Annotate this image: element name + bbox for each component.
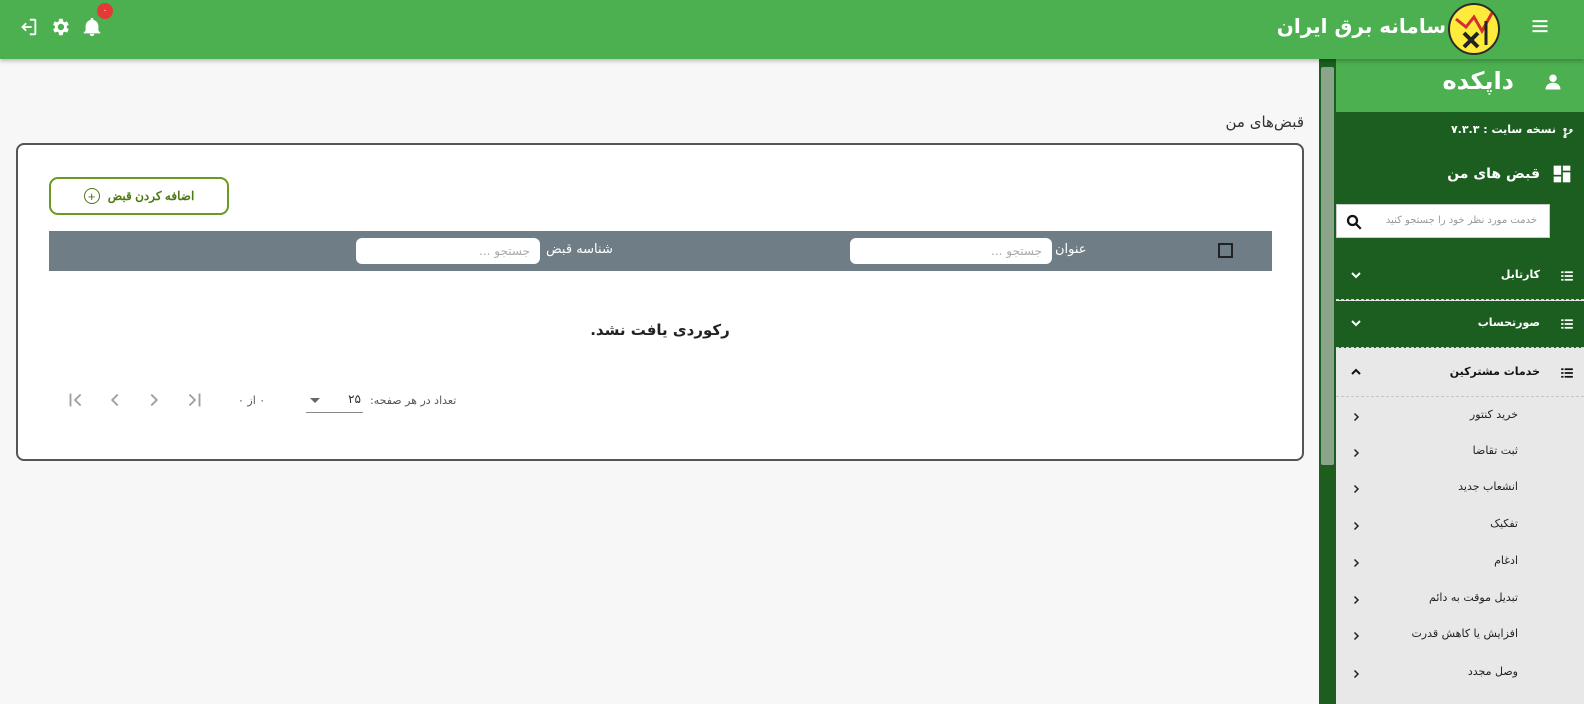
sidebar-subitem-label: ادغام [1494, 554, 1518, 567]
chevron-right-icon [1350, 408, 1362, 422]
user-name: داپکده [1442, 67, 1514, 95]
next-page-icon[interactable] [104, 389, 126, 411]
list-icon [1560, 365, 1574, 379]
list-icon [1560, 316, 1574, 330]
per-page-label: تعداد در هر صفحه: [370, 394, 457, 407]
chevron-right-icon [1350, 480, 1362, 494]
sidebar-item-label: قبض های من [1447, 166, 1540, 182]
sidebar: داپکده نسخه سایت : ۷.۳.۳ قبض های من خدمت… [1336, 59, 1584, 704]
notification-badge: ۰ [97, 3, 113, 19]
brand-title: سامانه برق ایران [1276, 14, 1446, 38]
search-icon[interactable] [1345, 213, 1363, 231]
gear-icon[interactable] [49, 16, 71, 38]
chevron-right-icon [1350, 627, 1362, 641]
empty-message: رکوردی یافت نشد. [590, 321, 730, 339]
sidebar-subitem-label: تبدیل موقت به دائم [1429, 591, 1518, 604]
table-header: عنوان شناسه قبض [49, 231, 1272, 271]
bell-icon[interactable] [81, 16, 103, 38]
site-version: نسخه سایت : ۷.۳.۳ [1336, 112, 1584, 150]
sidebar-subitem[interactable]: تفکیک [1336, 507, 1584, 543]
sidebar-subitem[interactable]: خرید کنتور [1336, 398, 1584, 434]
previous-page-icon[interactable] [143, 389, 165, 411]
sidebar-subitem-label: افزایش یا کاهش قدرت [1411, 627, 1518, 640]
chevron-right-icon [1350, 591, 1362, 605]
sidebar-item-my-bills[interactable]: قبض های من [1336, 150, 1584, 207]
menu-icon[interactable] [1530, 16, 1550, 36]
sidebar-subitem[interactable]: تبدیل موقت به دائم [1336, 581, 1584, 617]
title-search-input[interactable] [850, 238, 1052, 264]
page-range: ۰ از ۰ [238, 394, 266, 407]
sidebar-subitem[interactable]: وصل مجدد [1336, 655, 1584, 691]
chevron-down-icon[interactable] [1348, 267, 1364, 283]
sidebar-subitem-label: خرید کنتور [1469, 408, 1518, 421]
sidebar-subitem-label: انشعاب جدید [1458, 480, 1518, 493]
top-bar: ۰ سامانه برق ایران [0, 0, 1584, 59]
first-page-icon[interactable] [183, 389, 205, 411]
sidebar-search-area: خدمت مورد نظر خود را جستجو کنید [1336, 203, 1584, 253]
user-icon [1544, 73, 1562, 91]
chevron-right-icon [1350, 444, 1362, 458]
dashboard-icon [1552, 164, 1572, 184]
chevron-down-icon[interactable] [1348, 315, 1364, 331]
column-bill-id-label: شناسه قبض [546, 242, 613, 257]
sidebar-subitem[interactable]: انشعاب جدید [1336, 470, 1584, 506]
brand-logo [1448, 3, 1500, 55]
chevron-right-icon [1350, 665, 1362, 679]
add-bill-label: اضافه کردن قبض [107, 189, 195, 203]
sidebar-subitem-label: ثبت تقاضا [1472, 444, 1518, 457]
sidebar-item-label: خدمات مشترکین [1449, 365, 1540, 378]
sidebar-subitem[interactable]: ثبت تقاضا [1336, 434, 1584, 470]
sidebar-user: داپکده [1336, 59, 1584, 112]
bills-card: اضافه کردن قبض + عنوان شناسه قبض رکوردی … [16, 143, 1304, 461]
sidebar-scrollbar[interactable] [1319, 59, 1336, 704]
logout-icon[interactable] [17, 16, 39, 38]
site-version-text: نسخه سایت : ۷.۳.۳ [1450, 123, 1556, 136]
service-search-input[interactable]: خدمت مورد نظر خود را جستجو کنید [1336, 204, 1550, 238]
branch-icon [1562, 124, 1574, 139]
sidebar-item-label: صورتحساب [1477, 316, 1540, 329]
select-all-checkbox[interactable] [1218, 243, 1233, 258]
sidebar-subitem[interactable]: ادغام [1336, 544, 1584, 580]
plus-circle-icon: + [83, 188, 100, 204]
sidebar-subitem-label: تفکیک [1490, 517, 1518, 530]
per-page-value: ۲۵ [348, 392, 361, 406]
per-page-select[interactable]: ۲۵ [306, 389, 363, 413]
paginator: ۰ از ۰ ۲۵ تعداد در هر صفحه: [18, 385, 1302, 415]
sidebar-item-cartable[interactable]: کارتابل [1336, 253, 1584, 300]
scrollbar-thumb[interactable] [1321, 67, 1334, 465]
sidebar-subitem-label: وصل مجدد [1467, 665, 1518, 678]
sidebar-item-billing[interactable]: صورتحساب [1336, 301, 1584, 348]
chevron-up-icon[interactable] [1348, 364, 1364, 380]
bill-id-search-input[interactable] [356, 238, 540, 264]
list-icon [1560, 268, 1574, 282]
search-placeholder: خدمت مورد نظر خود را جستجو کنید [1385, 215, 1537, 226]
sidebar-subitem[interactable]: افزایش یا کاهش قدرت [1336, 617, 1584, 653]
column-title-label: عنوان [1055, 242, 1087, 257]
sidebar-item-label: کارتابل [1500, 268, 1540, 281]
add-bill-button[interactable]: اضافه کردن قبض + [49, 177, 229, 215]
page-title: قبض‌های من [1225, 113, 1304, 131]
dropdown-arrow-icon [310, 398, 320, 403]
sidebar-item-customer-services[interactable]: خدمات مشترکین [1336, 350, 1584, 397]
last-page-icon[interactable] [65, 389, 87, 411]
chevron-right-icon [1350, 554, 1362, 568]
chevron-right-icon [1350, 517, 1362, 531]
